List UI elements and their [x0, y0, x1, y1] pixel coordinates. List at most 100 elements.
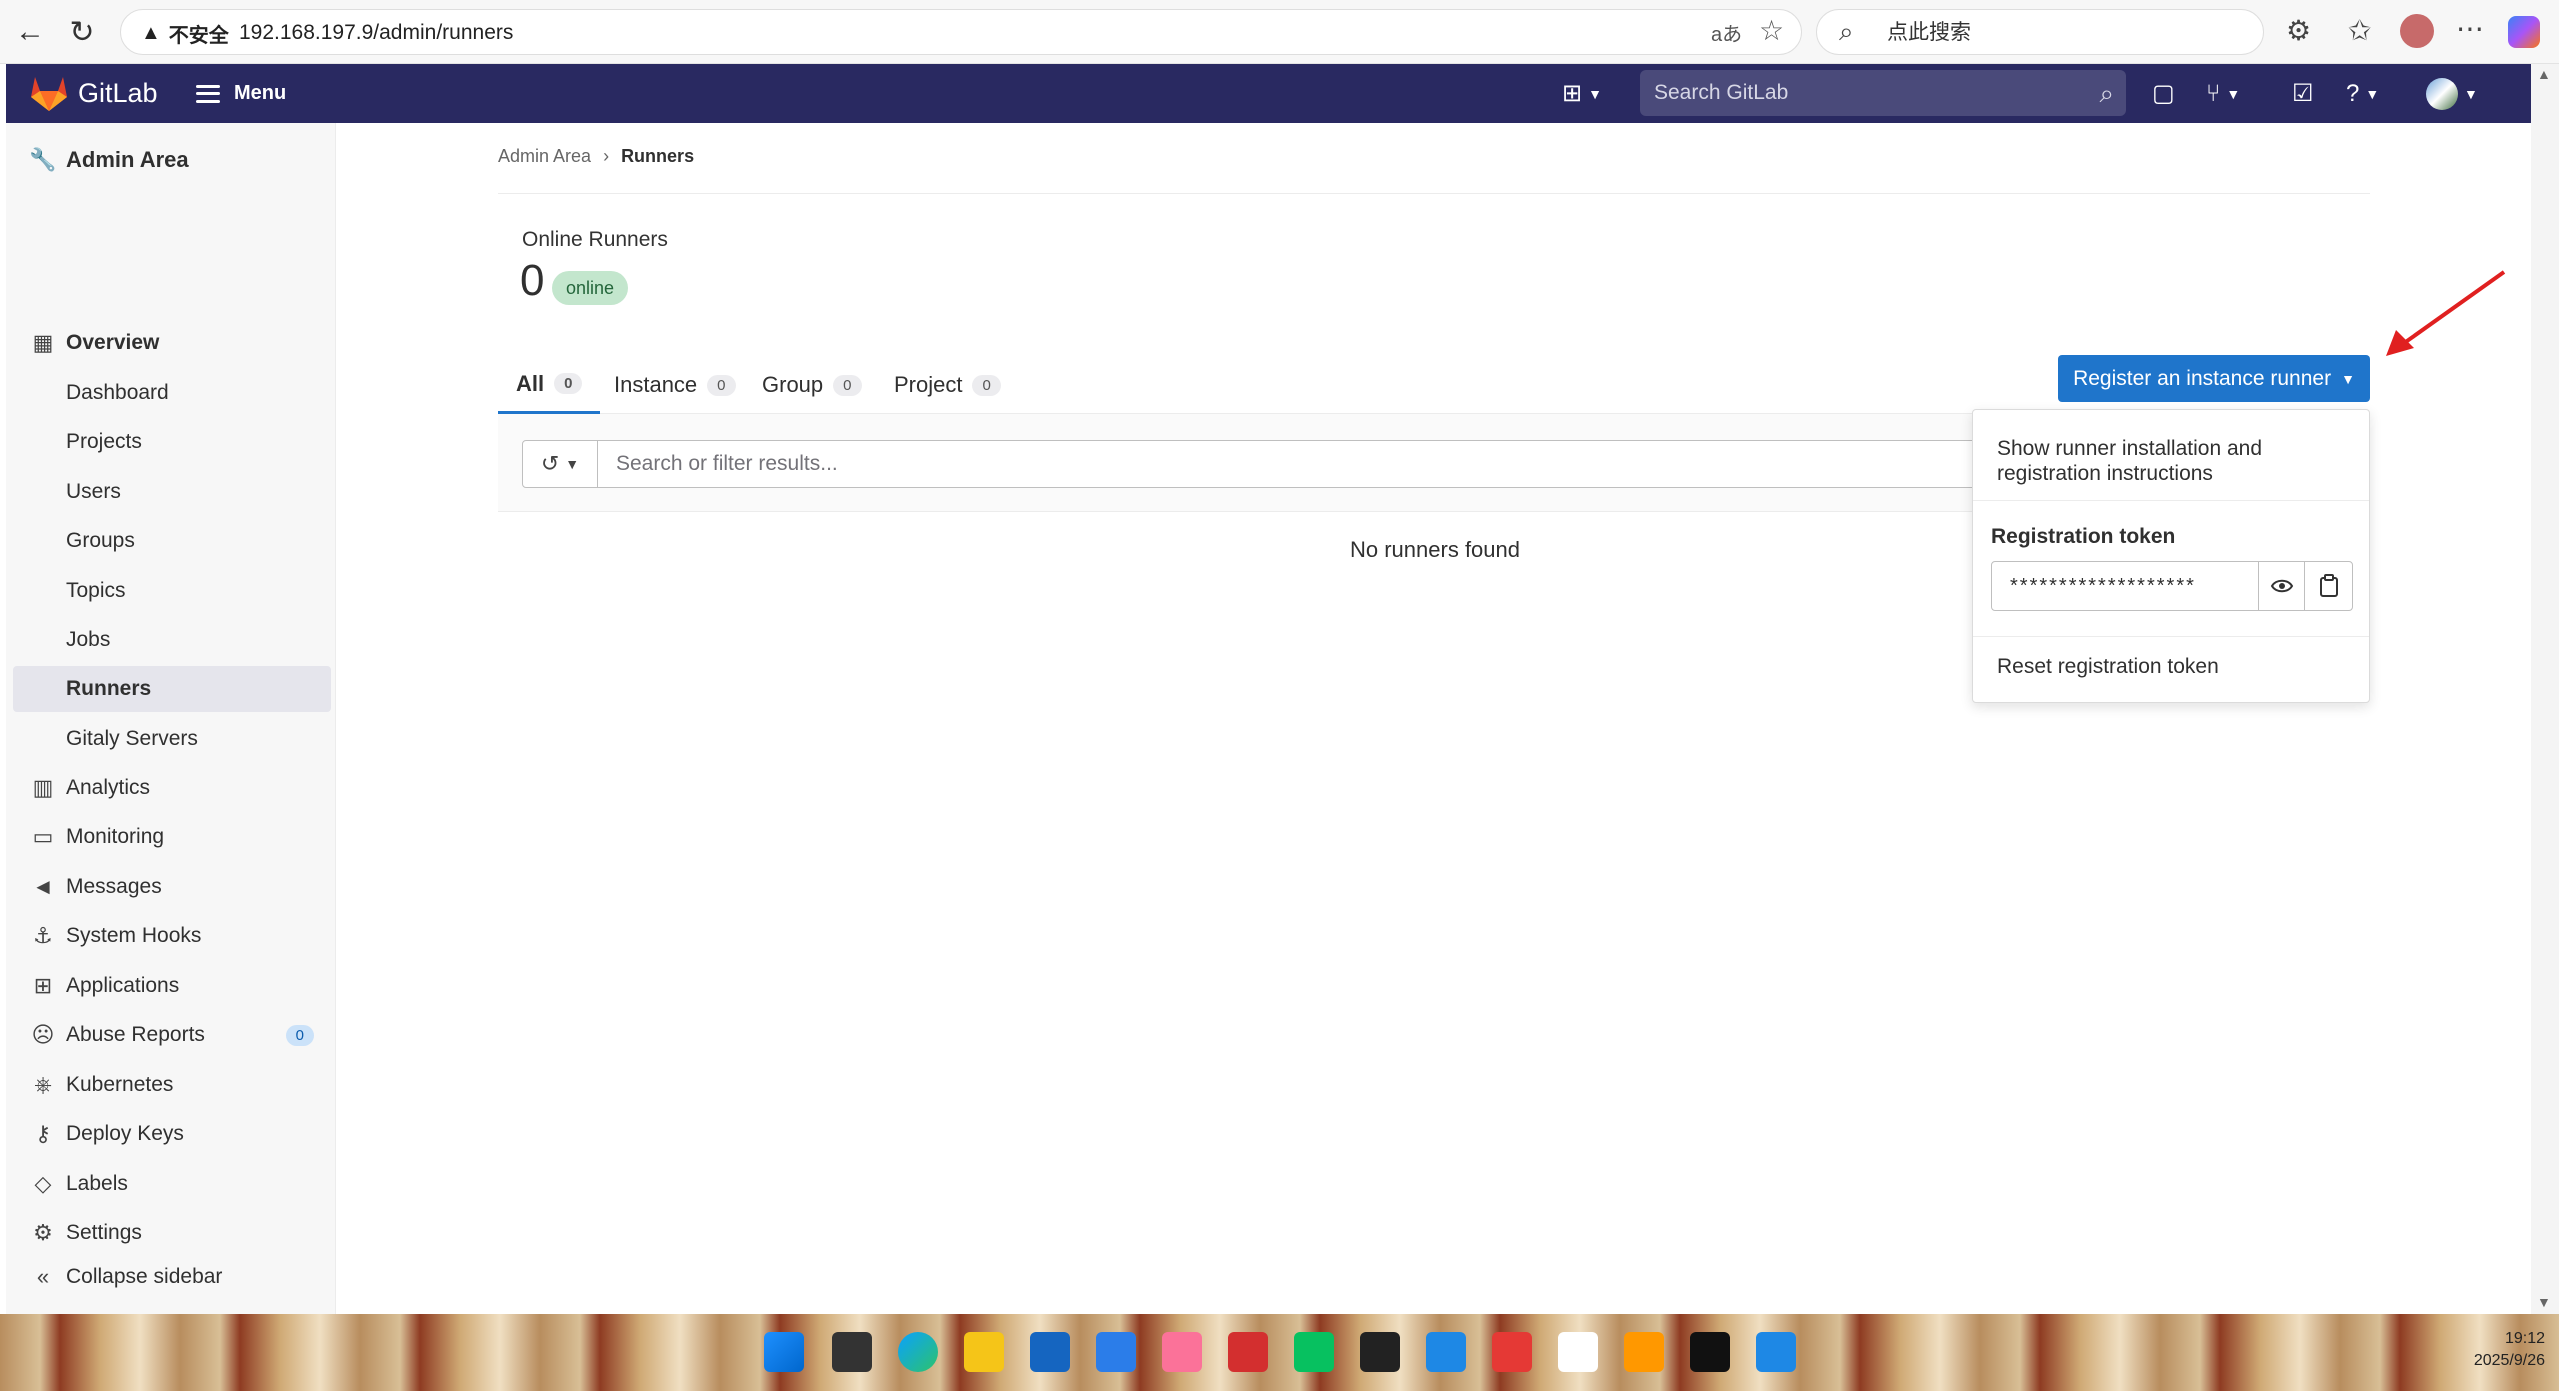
merge-requests-dropdown[interactable]: ⑂ ▼: [2206, 64, 2240, 123]
sidebar-item-system-hooks[interactable]: ⚓ System Hooks: [6, 913, 336, 959]
todo-icon[interactable]: ☑: [2292, 64, 2314, 123]
app-icon[interactable]: [1558, 1332, 1598, 1372]
security-warning[interactable]: ▲ 不安全: [141, 10, 229, 56]
sidebar-item-gitaly-servers[interactable]: Gitaly Servers: [6, 716, 336, 762]
filter-placeholder: Search or filter results...: [616, 452, 838, 475]
online-runners-label: Online Runners: [522, 228, 668, 251]
tab-group[interactable]: Group 0: [762, 356, 862, 414]
abuse-count-badge: 0: [285, 1024, 314, 1046]
chart-icon: ▥: [32, 775, 54, 800]
qq-icon[interactable]: [1360, 1332, 1400, 1372]
windows-start-icon[interactable]: [764, 1332, 804, 1372]
collapse-sidebar-button[interactable]: « Collapse sidebar: [6, 1252, 336, 1302]
tab-instance[interactable]: Instance 0: [614, 356, 736, 414]
copilot-icon[interactable]: [2508, 16, 2540, 48]
sidebar-item-kubernetes[interactable]: ⎈ Kubernetes: [6, 1062, 336, 1108]
sidebar-item-label: Jobs: [66, 628, 111, 651]
sidebar-item-jobs[interactable]: Jobs: [6, 617, 336, 663]
gitlab-logo-icon[interactable]: [28, 73, 70, 113]
back-arrow-icon[interactable]: ←: [10, 12, 50, 52]
new-item-dropdown[interactable]: ⊞ ▼: [1562, 64, 1602, 123]
sidebar-item-monitoring[interactable]: ▭ Monitoring: [6, 814, 336, 860]
user-menu[interactable]: ▼: [2426, 64, 2478, 123]
app-icon[interactable]: [1492, 1332, 1532, 1372]
gitlab-brand[interactable]: GitLab: [78, 64, 158, 123]
wechat-icon[interactable]: [1294, 1332, 1334, 1372]
app-icon[interactable]: [1624, 1332, 1664, 1372]
reset-registration-token-item[interactable]: Reset registration token: [1997, 655, 2219, 679]
kubernetes-icon: ⎈: [34, 1072, 52, 1097]
edge-browser-icon[interactable]: [898, 1332, 938, 1372]
monitor-icon: ▭: [32, 824, 54, 849]
help-dropdown[interactable]: ? ▼: [2346, 64, 2379, 123]
plus-square-icon: ⊞: [1562, 80, 1583, 107]
app-icon[interactable]: [1426, 1332, 1466, 1372]
sidebar-item-overview[interactable]: ▦ Overview: [6, 320, 336, 366]
page-scrollbar[interactable]: ▲ ▼: [2531, 64, 2559, 1314]
breadcrumb-admin-area[interactable]: Admin Area: [498, 146, 591, 167]
translate-icon[interactable]: aあ: [1711, 18, 1742, 47]
sidebar-item-messages[interactable]: ◄ Messages: [6, 864, 336, 910]
apps-grid-icon: ⊞: [33, 973, 53, 998]
sidebar-item-settings[interactable]: ⚙ Settings: [6, 1210, 336, 1256]
register-instance-runner-button[interactable]: Register an instance runner ▼: [2058, 355, 2370, 402]
app-icon[interactable]: [1756, 1332, 1796, 1372]
register-runner-dropdown: Show runner installation and registratio…: [1972, 409, 2370, 703]
admin-sidebar: 🔧 Admin Area ▦ Overview Dashboard Projec…: [6, 123, 336, 1314]
sidebar-item-deploy-keys[interactable]: ⚷ Deploy Keys: [6, 1111, 336, 1157]
sidebar-item-label: Settings: [66, 1221, 142, 1244]
security-label: 不安全: [168, 24, 229, 47]
sidebar-item-topics[interactable]: Topics: [6, 568, 336, 614]
overview-grid-icon: ▦: [32, 330, 54, 355]
sidebar-item-runners[interactable]: Runners: [13, 666, 331, 712]
scroll-down-icon[interactable]: ▼: [2537, 1294, 2551, 1310]
profile-avatar[interactable]: [2400, 14, 2434, 48]
sidebar-item-label: System Hooks: [66, 924, 202, 947]
search-icon: ⌕: [1839, 16, 1854, 46]
sidebar-item-abuse-reports[interactable]: ☹ Abuse Reports 0: [6, 1012, 336, 1058]
search-history-dropdown[interactable]: ↺ ▼: [522, 440, 598, 488]
sidebar-item-label: Analytics: [66, 776, 151, 799]
tab-project[interactable]: Project 0: [894, 356, 1001, 414]
sidebar-item-users[interactable]: Users: [6, 469, 336, 515]
copy-token-button[interactable]: [2304, 562, 2352, 610]
gitlab-search[interactable]: Search GitLab ⌕: [1640, 70, 2126, 116]
browser-search-box[interactable]: ⌕ 点此搜索: [1816, 9, 2264, 55]
reveal-token-button[interactable]: [2258, 562, 2304, 610]
sidebar-item-label: Kubernetes: [66, 1073, 174, 1096]
reload-icon[interactable]: ↻: [62, 12, 102, 52]
breadcrumb-runners[interactable]: Runners: [621, 146, 694, 167]
sidebar-item-label: Projects: [66, 430, 142, 453]
sidebar-admin-area[interactable]: 🔧 Admin Area: [6, 135, 336, 185]
divider: [1973, 636, 2369, 637]
scroll-up-icon[interactable]: ▲: [2537, 66, 2551, 82]
extensions-icon[interactable]: ⚙: [2286, 14, 2311, 47]
divider: [1973, 500, 2369, 501]
tab-label: Instance: [614, 372, 698, 397]
more-icon[interactable]: ⋯: [2456, 12, 2484, 45]
tab-all[interactable]: All 0: [498, 356, 601, 414]
bilibili-icon[interactable]: [1162, 1332, 1202, 1372]
sidebar-item-dashboard[interactable]: Dashboard: [6, 370, 336, 416]
issues-icon[interactable]: ▢: [2152, 64, 2175, 123]
sidebar-item-label: Runners: [66, 677, 152, 700]
address-bar[interactable]: ▲ 不安全 192.168.197.9/admin/runners aあ ☆: [120, 9, 1802, 55]
sidebar-item-label: Deploy Keys: [66, 1122, 184, 1145]
sidebar-item-labels[interactable]: ◇ Labels: [6, 1161, 336, 1207]
app-icon[interactable]: [1228, 1332, 1268, 1372]
sidebar-item-projects[interactable]: Projects: [6, 419, 336, 465]
app-icon[interactable]: [1096, 1332, 1136, 1372]
url-text[interactable]: 192.168.197.9/admin/runners: [239, 10, 513, 56]
help-icon: ?: [2346, 79, 2360, 107]
sidebar-item-applications[interactable]: ⊞ Applications: [6, 963, 336, 1009]
task-view-icon[interactable]: [832, 1332, 872, 1372]
sidebar-item-analytics[interactable]: ▥ Analytics: [6, 765, 336, 811]
system-clock[interactable]: 19:12 2025/9/26: [2474, 1328, 2545, 1372]
store-icon[interactable]: [1030, 1332, 1070, 1372]
show-instructions-item[interactable]: Show runner installation and registratio…: [1997, 436, 2347, 486]
file-explorer-icon[interactable]: [964, 1332, 1004, 1372]
menu-button[interactable]: Menu: [196, 64, 286, 123]
star-icon[interactable]: ☆: [1759, 14, 1784, 47]
app-icon[interactable]: [1690, 1332, 1730, 1372]
favorites-icon[interactable]: ✩: [2348, 14, 2371, 47]
